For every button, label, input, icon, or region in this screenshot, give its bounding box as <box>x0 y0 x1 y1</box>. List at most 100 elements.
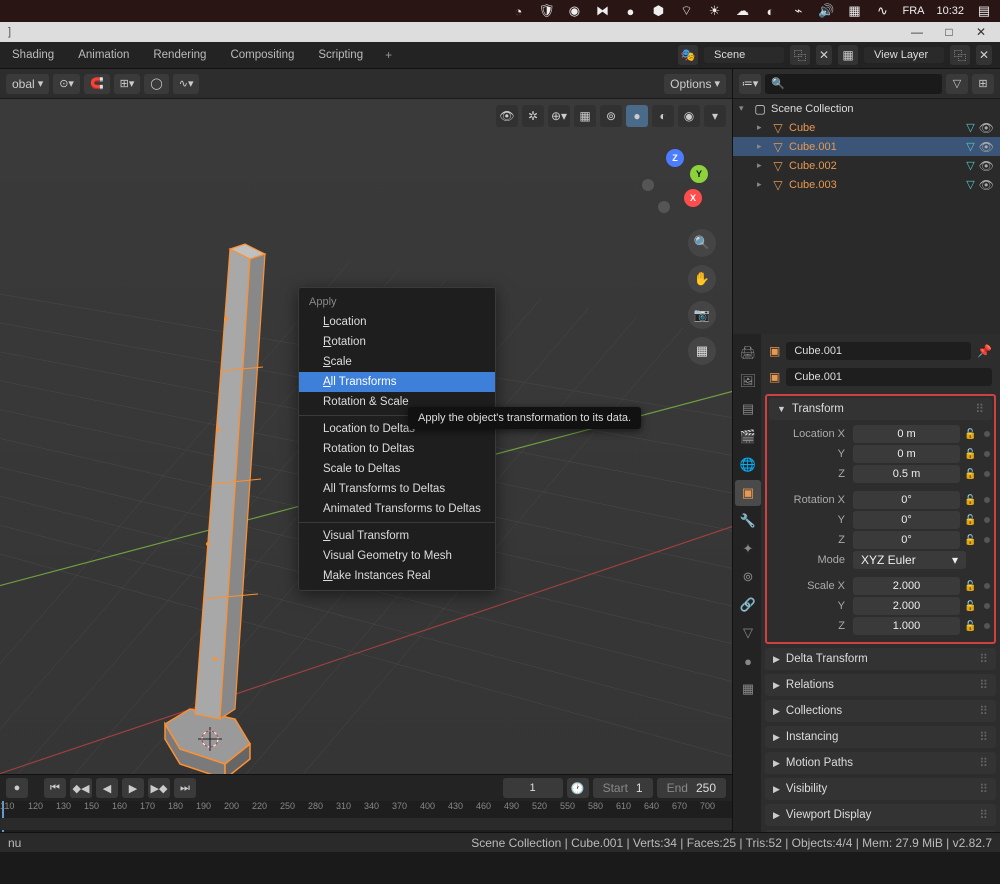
lock-icon[interactable]: 🔓 <box>964 581 978 592</box>
keyframe-dot[interactable] <box>984 497 990 503</box>
visibility-toggle-icon[interactable]: 👁 <box>979 140 994 154</box>
viewlayer-copy-icon[interactable]: ⿻ <box>950 45 970 65</box>
lock-icon[interactable]: 🔓 <box>964 495 978 506</box>
jump-start-icon[interactable]: ⏮ <box>44 778 66 798</box>
current-frame-field[interactable]: 1 <box>503 778 563 798</box>
cloud-icon[interactable]: ☁ <box>734 3 750 19</box>
tray-icon[interactable]: 🛡 <box>538 3 554 19</box>
visibility-toggle-icon[interactable]: 👁 <box>979 159 994 173</box>
tray-icon[interactable]: ⧓ <box>594 3 610 19</box>
outliner-collection-row[interactable]: ▾ ▢ Scene Collection <box>733 99 1000 118</box>
close-button[interactable]: ✕ <box>966 23 996 41</box>
scale-y-field[interactable]: 2.000 <box>853 597 960 615</box>
motion-paths-panel-header[interactable]: ▶Motion Paths⠿ <box>765 752 996 774</box>
shading-dropdown-icon[interactable]: ▾ <box>704 105 726 127</box>
location-z-field[interactable]: 0.5 m <box>853 465 960 483</box>
lock-icon[interactable]: 🔓 <box>964 429 978 440</box>
keyframe-prev-icon[interactable]: ◆◀ <box>70 778 92 798</box>
outliner-new-collection-icon[interactable]: ⊞ <box>972 74 994 94</box>
selectability-icon[interactable]: 👁 <box>496 105 518 127</box>
outliner-mode-dropdown[interactable]: ≔▾ <box>739 74 761 94</box>
start-frame-field[interactable]: Start1 <box>593 778 653 798</box>
location-y-field[interactable]: 0 m <box>853 445 960 463</box>
add-workspace-button[interactable]: + <box>375 48 402 62</box>
viewport-canvas[interactable]: 👁 ✲ ⊕▾ ▦ ⊚ ● ◐ ◉ ▾ Z Y X 🔍 ✋ 📷 <box>0 99 732 774</box>
pin-icon[interactable]: 📌 <box>977 344 992 358</box>
custom-properties-panel-header[interactable]: ▶Custom Properties⠿ <box>765 830 996 832</box>
axis-y[interactable]: Y <box>690 165 708 183</box>
tray-icon[interactable]: ∿ <box>874 3 890 19</box>
tray-icon[interactable]: ● <box>622 3 638 19</box>
axis-x[interactable]: X <box>684 189 702 207</box>
language-indicator[interactable]: FRA <box>902 5 924 17</box>
axis-neg[interactable] <box>658 201 670 213</box>
scene-tab-icon[interactable]: 🎬 <box>735 424 761 450</box>
selected-mesh-object[interactable] <box>160 229 300 774</box>
disclosure-icon[interactable]: ▸ <box>757 179 767 190</box>
instancing-panel-header[interactable]: ▶Instancing⠿ <box>765 726 996 748</box>
transform-orientation-dropdown[interactable]: obal ▾ <box>6 74 49 94</box>
viewlayer-browse-icon[interactable]: ▦ <box>838 45 858 65</box>
object-name-input[interactable] <box>786 368 992 386</box>
scale-x-field[interactable]: 2.000 <box>853 577 960 595</box>
tab-compositing[interactable]: Compositing <box>218 42 306 68</box>
jump-end-icon[interactable]: ⏭ <box>174 778 196 798</box>
lock-icon[interactable]: 🔓 <box>964 449 978 460</box>
visibility-panel-header[interactable]: ▶Visibility⠿ <box>765 778 996 800</box>
tray-icon[interactable]: ◔ <box>510 3 526 19</box>
relations-panel-header[interactable]: ▶Relations⠿ <box>765 674 996 696</box>
particle-tab-icon[interactable]: ✦ <box>735 536 761 562</box>
disclosure-icon[interactable]: ▸ <box>757 141 767 152</box>
material-tab-icon[interactable]: ● <box>735 648 761 674</box>
outliner-row[interactable]: ▸ ▽ Cube.002 ▽ 👁 <box>733 156 1000 175</box>
preview-range-icon[interactable]: 🕐 <box>567 778 589 798</box>
tray-icon[interactable]: ⬢ <box>650 3 666 19</box>
pivot-dropdown[interactable]: ⊙▾ <box>53 74 80 94</box>
volume-icon[interactable]: 🔊 <box>818 3 834 19</box>
axis-neg[interactable] <box>642 179 654 191</box>
lock-icon[interactable]: 🔓 <box>964 601 978 612</box>
scale-z-field[interactable]: 1.000 <box>853 617 960 635</box>
tray-icon[interactable]: ▦ <box>846 3 862 19</box>
scene-browse-icon[interactable]: 🎭 <box>678 45 698 65</box>
tab-rendering[interactable]: Rendering <box>141 42 218 68</box>
panel-options-icon[interactable]: ⠿ <box>975 402 984 416</box>
keyframe-dot[interactable] <box>984 451 990 457</box>
outliner-filter-icon[interactable]: ▽ <box>946 74 968 94</box>
mesh-tab-icon[interactable]: ▽ <box>735 620 761 646</box>
navigation-gizmo[interactable]: Z Y X <box>640 149 710 219</box>
viewport-display-panel-header[interactable]: ▶Viewport Display⠿ <box>765 804 996 826</box>
disclosure-icon[interactable]: ▸ <box>757 122 767 133</box>
keyframe-dot[interactable] <box>984 537 990 543</box>
scene-name-field[interactable]: Scene <box>704 47 784 63</box>
rotation-mode-dropdown[interactable]: XYZ Euler▾ <box>853 551 966 569</box>
solid-shading-icon[interactable]: ● <box>626 105 648 127</box>
maximize-button[interactable]: □ <box>934 23 964 41</box>
lock-icon[interactable]: 🔓 <box>964 469 978 480</box>
keyframe-dot[interactable] <box>984 623 990 629</box>
menu-item-location[interactable]: Location <box>299 312 495 332</box>
keyframe-dot[interactable] <box>984 517 990 523</box>
overlay-icon[interactable]: ⊕▾ <box>548 105 570 127</box>
output-tab-icon[interactable]: 🖼 <box>735 368 761 394</box>
scene-delete-icon[interactable]: ✕ <box>816 45 832 65</box>
perspective-icon[interactable]: ▦ <box>688 337 716 365</box>
outliner-row[interactable]: ▸ ▽ Cube ▽ 👁 <box>733 118 1000 137</box>
axis-z[interactable]: Z <box>666 149 684 167</box>
xray-icon[interactable]: ▦ <box>574 105 596 127</box>
gizmo-icon[interactable]: ✲ <box>522 105 544 127</box>
steam-icon[interactable]: ◐ <box>762 3 778 19</box>
wifi-icon[interactable]: ⌔ <box>678 3 694 19</box>
keyframe-dot[interactable] <box>984 583 990 589</box>
visibility-toggle-icon[interactable]: 👁 <box>979 178 994 192</box>
wireframe-shading-icon[interactable]: ⊚ <box>600 105 622 127</box>
play-icon[interactable]: ▶ <box>122 778 144 798</box>
outliner-search-input[interactable]: 🔍 <box>765 74 942 94</box>
transform-panel-header[interactable]: ▼ Transform ⠿ <box>769 398 992 420</box>
scrollbar[interactable] <box>0 818 732 830</box>
menu-item-animated-deltas[interactable]: Animated Transforms to Deltas <box>299 499 495 519</box>
material-shading-icon[interactable]: ◐ <box>652 105 674 127</box>
camera-icon[interactable]: 📷 <box>688 301 716 329</box>
disclosure-icon[interactable]: ▾ <box>739 103 749 114</box>
options-dropdown[interactable]: Options ▾ <box>664 74 726 94</box>
